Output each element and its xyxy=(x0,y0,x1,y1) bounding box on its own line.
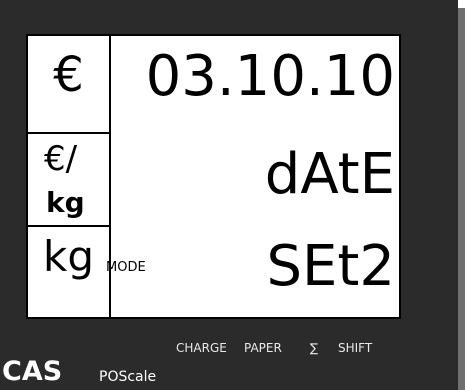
mode-indicator-label: MODE xyxy=(106,260,146,275)
unit-kg-indicator: kg xyxy=(28,227,109,317)
unit-euro-indicator: € xyxy=(28,36,109,134)
unit-indicator-column: € €/ kg kg xyxy=(28,36,111,317)
brand-product-name: POScale xyxy=(99,369,157,385)
charge-key-label: CHARGE xyxy=(176,341,227,355)
unit-euro-label: € xyxy=(53,47,84,103)
shift-key-label: SHIFT xyxy=(338,341,373,355)
unit-euro-per-kg-label-bottom: kg xyxy=(46,186,85,219)
lcd-display: € €/ kg kg 03.10.10 dAtE SEt2 xyxy=(26,34,401,319)
display-mode-text: dAtE xyxy=(264,142,395,207)
unit-euro-per-kg-label-top: €/ xyxy=(44,139,78,179)
display-date-value: 03.10.10 xyxy=(145,44,395,109)
display-setting-text: SEt2 xyxy=(266,234,395,299)
unit-kg-label: kg xyxy=(43,232,94,281)
unit-euro-per-kg-indicator: €/ kg xyxy=(28,134,109,227)
device-edge-shadow xyxy=(458,8,465,390)
brand-logo: CAS xyxy=(2,356,63,387)
sum-key-label: ∑ xyxy=(310,341,319,355)
scale-device-body: € €/ kg kg 03.10.10 dAtE SEt2 MODE CHARG… xyxy=(0,0,458,390)
paper-key-label: PAPER xyxy=(244,341,282,355)
